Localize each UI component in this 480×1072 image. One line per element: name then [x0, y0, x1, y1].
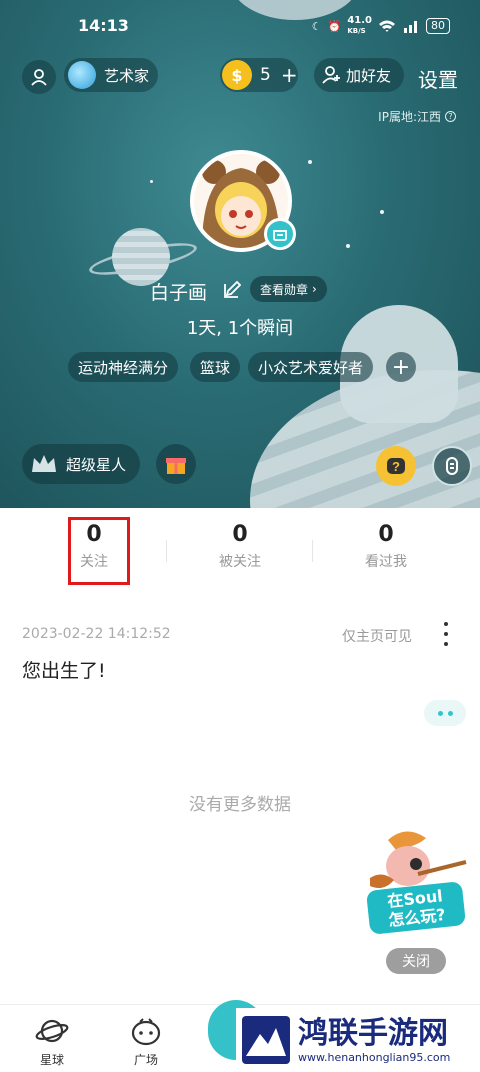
voice-button[interactable] — [432, 446, 472, 486]
comment-button[interactable] — [424, 700, 466, 726]
post-visibility: 仅主页可见 — [342, 629, 412, 645]
gift-icon — [166, 458, 186, 474]
tab-square[interactable]: 广场 — [106, 1015, 186, 1068]
battery-indicator: 80 — [426, 18, 450, 34]
watermark-title: 鸿联手游网 — [298, 1015, 448, 1051]
coin-icon: $ — [222, 60, 252, 90]
add-tag-button[interactable]: + — [386, 352, 416, 382]
help-circle-icon[interactable]: ? — [445, 111, 456, 122]
count-label: 看过我 — [365, 554, 407, 570]
alarm-icon: ⏰ — [327, 19, 342, 33]
post-text: 您出生了! — [22, 660, 106, 682]
view-medals-label: 查看勋章 — [260, 282, 309, 297]
question-icon: ? — [387, 458, 405, 474]
shop-icon — [273, 230, 287, 241]
chevron-right-icon: › — [312, 282, 317, 296]
coin-count: 5 — [260, 65, 271, 85]
watermark-logo — [242, 1016, 290, 1064]
star-decoration — [346, 244, 350, 248]
watermark-text: 鸿联手游网 www.henanhonglian95.com — [298, 1015, 451, 1064]
user-icon — [31, 69, 47, 86]
followers-count[interactable]: 0 被关注 — [180, 522, 300, 571]
visitors-count[interactable]: 0 看过我 — [326, 522, 446, 571]
tab-label: 广场 — [133, 1053, 158, 1067]
no-more-data: 没有更多数据 — [189, 795, 291, 815]
profile-page: 14:13 ☾ ⏰ 41.0 KB/S 80 艺术家 $ 5 + 加好友 设置 … — [0, 0, 480, 1072]
close-button[interactable]: 关闭 — [386, 948, 446, 974]
super-star-button[interactable]: 超级星人 — [22, 444, 140, 484]
divider — [166, 540, 167, 562]
tag-item[interactable]: 篮球 — [190, 352, 241, 382]
tag-item[interactable]: 小众艺术爱好者 — [248, 352, 374, 382]
highlight-box — [68, 517, 130, 585]
moon-icon: ☾ — [311, 19, 322, 33]
avatar-badge[interactable] — [264, 218, 296, 250]
tag-item[interactable]: 运动神经满分 — [68, 352, 179, 382]
gift-button[interactable] — [156, 444, 196, 484]
status-icons: ☾ ⏰ 41.0 KB/S 80 — [312, 16, 450, 36]
star-decoration — [308, 160, 312, 164]
add-user-icon — [322, 66, 340, 84]
edit-icon[interactable] — [222, 280, 242, 300]
wifi-icon — [379, 20, 395, 32]
visitor-button[interactable] — [22, 60, 56, 94]
voice-icon — [446, 457, 458, 475]
add-friend-label: 加好友 — [346, 66, 392, 85]
count-value: 0 — [378, 522, 394, 547]
artist-badge[interactable]: 艺术家 — [64, 58, 158, 92]
count-label: 被关注 — [219, 554, 261, 570]
help-button[interactable]: ? — [376, 446, 416, 486]
artist-label: 艺术家 — [104, 66, 150, 85]
watermark-url: www.henanhonglian95.com — [298, 1050, 451, 1064]
ip-location-text: IP属地:江西 — [378, 110, 441, 124]
tab-planet[interactable]: 星球 — [12, 1015, 92, 1068]
tab-label: 星球 — [39, 1053, 64, 1067]
square-tab-icon — [131, 1018, 161, 1046]
plus-icon: + — [280, 63, 298, 87]
planet-tab-icon — [35, 1019, 69, 1043]
super-star-label: 超级星人 — [66, 455, 127, 474]
status-time: 14:13 — [78, 16, 129, 35]
settings-link[interactable]: 设置 — [418, 64, 458, 93]
status-bar: 14:13 ☾ ⏰ 41.0 KB/S 80 — [0, 0, 480, 52]
network-speed-value: 41.0 — [347, 15, 372, 26]
more-options-icon[interactable] — [440, 622, 452, 646]
planet-icon — [68, 61, 96, 89]
star-decoration — [150, 180, 153, 183]
ip-location: IP属地:江西 ? — [378, 108, 456, 125]
count-value: 0 — [232, 522, 248, 547]
profile-name: 白子画 — [150, 282, 208, 304]
network-speed: 41.0 KB/S — [347, 16, 372, 36]
divider — [312, 540, 313, 562]
signal-icon — [404, 21, 417, 33]
add-friend-button[interactable]: 加好友 — [314, 58, 404, 92]
view-medals-button[interactable]: 查看勋章 › — [250, 276, 327, 302]
coin-counter[interactable]: $ 5 + — [220, 58, 298, 92]
svg-text:?: ? — [392, 459, 400, 474]
star-decoration — [380, 210, 384, 214]
profile-summary: 1天, 1个瞬间 — [186, 318, 294, 339]
crown-icon — [32, 455, 56, 472]
watermark: 鸿联手游网 www.henanhonglian95.com — [236, 1008, 480, 1072]
profile-hero: 14:13 ☾ ⏰ 41.0 KB/S 80 艺术家 $ 5 + 加好友 设置 … — [0, 0, 480, 508]
post-date: 2023-02-22 14:12:52 — [22, 626, 171, 642]
network-speed-unit: KB/S — [347, 27, 366, 35]
